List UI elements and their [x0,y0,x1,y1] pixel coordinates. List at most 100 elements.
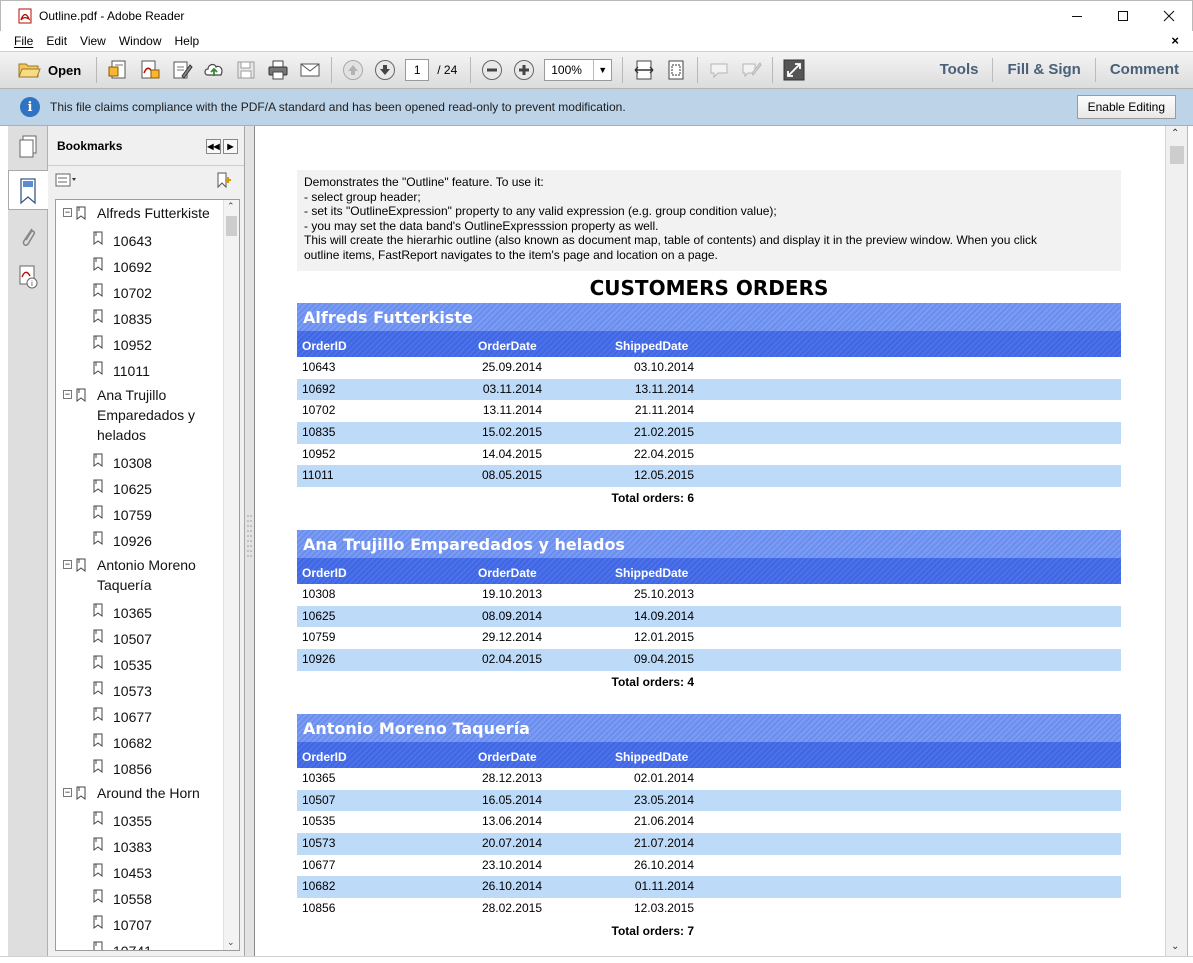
edit-document-icon[interactable] [171,59,193,81]
page-number-input[interactable]: 1 [405,59,430,81]
description-line: Demonstrates the "Outline" feature. To u… [304,175,544,189]
bookmark-customer[interactable]: Emparedados y [97,405,195,425]
bookmark-order[interactable]: 10856 [113,759,152,779]
fill-sign-pane-button[interactable]: Fill & Sign [992,58,1094,82]
bookmark-order[interactable]: 11011 [113,361,150,381]
chevron-right-icon[interactable]: ▶ [223,139,238,154]
tools-pane-button[interactable]: Tools [926,58,993,82]
bookmark-order[interactable]: 10682 [113,733,152,753]
menu-window[interactable]: Window [119,34,162,48]
bookmark-order[interactable]: 10692 [113,257,152,277]
next-page-icon[interactable] [374,59,396,81]
column-header-row: OrderID OrderDate ShippedDate [297,558,1121,584]
close-window-button[interactable] [1146,1,1192,31]
print-icon[interactable] [267,59,289,81]
menu-help[interactable]: Help [175,34,200,48]
bookmark-order[interactable]: 10355 [113,811,152,831]
bookmark-customer[interactable]: helados [97,425,146,445]
fit-page-icon[interactable] [665,59,687,81]
cloud-upload-icon[interactable] [203,59,225,81]
group-header: Alfreds Futterkiste [297,303,1121,331]
close-document-button[interactable]: × [1171,33,1179,48]
chevron-down-icon[interactable]: ▼ [593,60,611,80]
sticky-note-icon[interactable] [708,59,730,81]
export-pdf-icon[interactable] [139,59,161,81]
bookmark-order[interactable]: 10573 [113,681,152,701]
new-bookmark-icon[interactable] [215,171,233,192]
scroll-up-icon[interactable]: ⌃ [227,201,235,212]
collapse-toggle-icon[interactable]: − [63,788,72,797]
bookmark-order[interactable]: 10453 [113,863,152,883]
customer-group: Antonio Moreno Taquería OrderID OrderDate S… [297,714,1121,942]
bookmarks-panel-icon[interactable] [8,170,48,210]
open-button[interactable]: Open [12,55,91,85]
highlight-text-icon[interactable] [740,59,762,81]
table-row: 11011 08.05.2015 12.05.2015 [297,465,1121,488]
attachments-icon[interactable] [17,224,39,250]
bookmark-order[interactable]: 10759 [113,505,152,525]
bookmark-customer[interactable]: Antonio Moreno [97,555,196,575]
collapse-toggle-icon[interactable]: − [63,560,72,569]
bookmark-order[interactable]: 10741 [113,941,152,950]
bookmark-order[interactable]: 10535 [113,655,152,675]
bookmark-order[interactable]: 10308 [113,453,152,473]
collapse-panel-button[interactable]: ◀◀ [206,139,221,154]
minimize-button[interactable] [1054,1,1100,31]
bookmark-order[interactable]: 10702 [113,283,152,303]
full-screen-icon[interactable] [783,59,805,81]
bookmark-order[interactable]: 10952 [113,335,152,355]
bookmark-options-icon[interactable] [55,173,79,190]
enable-editing-button[interactable]: Enable Editing [1076,95,1176,119]
bookmark-icon [93,941,104,950]
bookmark-customer[interactable]: Around the Horn [97,783,200,803]
bookmark-order[interactable]: 10383 [113,837,152,857]
scroll-down-icon[interactable]: ⌄ [227,937,235,948]
menu-view[interactable]: View [80,34,106,48]
scroll-down-icon[interactable]: ⌄ [1171,941,1179,952]
bookmark-order[interactable]: 10643 [113,231,152,251]
bookmark-order[interactable]: 10507 [113,629,152,649]
document-scrollbar[interactable]: ⌃ ⌄ [1165,126,1187,956]
table-cell: 13.11.2014 [482,403,542,418]
bookmark-order[interactable]: 10926 [113,531,152,551]
table-cell: 10643 [302,360,336,374]
document-view[interactable]: Demonstrates the "Outline" feature. To u… [255,126,1165,956]
menu-file[interactable]: File [14,34,33,48]
table-cell: 20.07.2014 [481,836,542,851]
fit-width-icon[interactable] [633,59,655,81]
bookmark-icon [76,786,87,800]
comment-pane-button[interactable]: Comment [1094,58,1193,82]
scrollbar-thumb[interactable] [1170,146,1184,164]
zoom-in-icon[interactable] [513,59,535,81]
bookmarks-scrollbar[interactable]: ⌃ ⌄ [223,200,239,950]
bookmark-order[interactable]: 10625 [113,479,152,499]
document-properties-icon[interactable]: i [17,264,39,290]
zoom-out-icon[interactable] [481,59,503,81]
collapse-toggle-icon[interactable]: − [63,390,72,399]
menu-edit[interactable]: Edit [46,34,67,48]
page-thumbnails-icon[interactable] [17,134,39,160]
maximize-button[interactable] [1100,1,1146,31]
group-total: Total orders: 6 [297,487,1121,509]
bookmark-customer[interactable]: Taquería [97,575,151,595]
email-icon[interactable] [299,59,321,81]
bookmark-order[interactable]: 10835 [113,309,152,329]
bookmark-order[interactable]: 10707 [113,915,152,935]
create-pdf-icon[interactable] [107,59,129,81]
bookmark-order[interactable]: 10558 [113,889,152,909]
table-cell: 29.12.2014 [481,630,542,645]
panel-splitter[interactable] [245,126,255,956]
zoom-select[interactable]: 100% ▼ [544,59,613,81]
previous-page-icon[interactable] [342,59,364,81]
save-icon[interactable] [235,59,257,81]
scrollbar-thumb[interactable] [226,216,237,236]
bookmark-order[interactable]: 10677 [113,707,152,727]
bookmark-order[interactable]: 10365 [113,603,152,623]
table-cell: 25.10.2013 [633,587,694,601]
window-title: Outline.pdf - Adobe Reader [39,9,185,23]
group-header: Antonio Moreno Taquería [297,714,1121,742]
bookmark-customer[interactable]: Ana Trujillo [97,385,166,405]
scroll-up-icon[interactable]: ⌃ [1171,128,1179,139]
collapse-toggle-icon[interactable]: − [63,208,72,217]
bookmark-customer[interactable]: Alfreds Futterkiste [97,203,210,223]
